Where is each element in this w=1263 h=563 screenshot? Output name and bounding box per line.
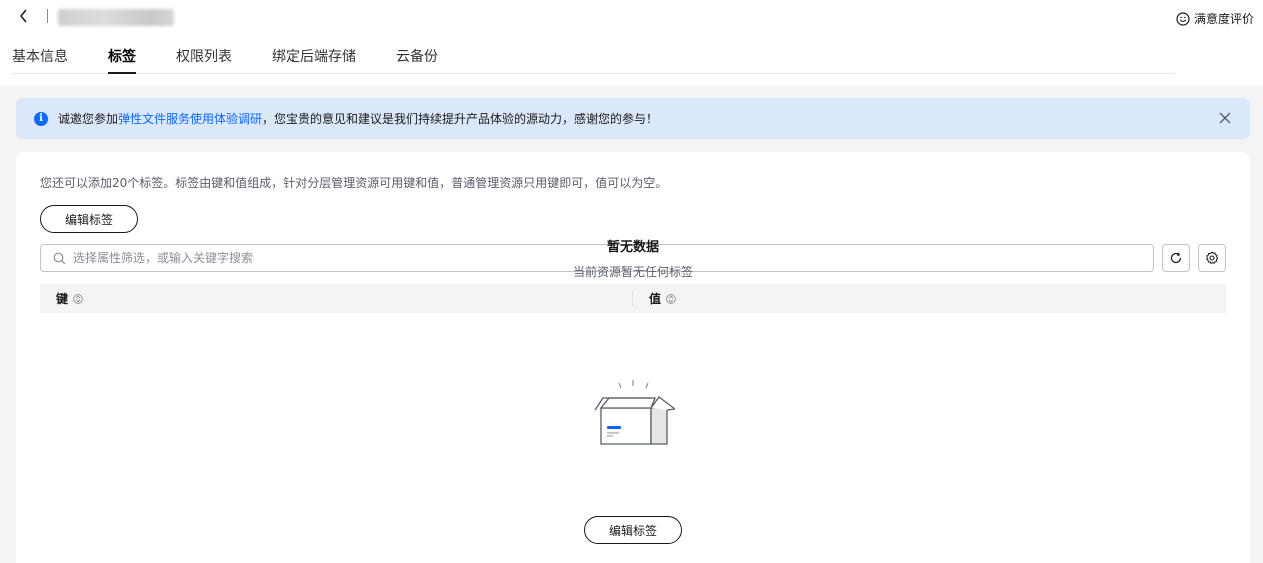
close-icon[interactable] [1218, 111, 1232, 125]
chevron-left-icon [20, 9, 27, 23]
survey-link[interactable]: 弹性文件服务使用体验调研 [118, 110, 262, 127]
smile-icon [1176, 11, 1190, 26]
tab-basic-info[interactable]: 基本信息 [12, 46, 68, 66]
active-tab-indicator [108, 72, 136, 74]
title-divider [47, 9, 48, 23]
notice-text-prefix: 诚邀您参加 [58, 112, 119, 126]
resource-name-redacted [58, 9, 174, 26]
tab-backend-storage[interactable]: 绑定后端存储 [272, 46, 356, 66]
tags-panel: 您还可以添加20个标签。标签由键和值组成，针对分层管理资源可用键和值，普通管理资… [16, 152, 1250, 563]
table-header: 键 值 [40, 284, 1226, 313]
tab-bar: 基本信息 标签 权限列表 绑定后端存储 云备份 [12, 36, 1175, 74]
back-button[interactable] [14, 6, 34, 26]
notice-text-suffix: ，您宝贵的意见和建议是我们持续提升产品体验的源动力，感谢您的参与！ [262, 112, 659, 126]
sort-icon [666, 293, 676, 304]
sort-icon [73, 293, 83, 304]
tab-cloud-backup[interactable]: 云备份 [396, 46, 438, 66]
feedback-label: 满意度评价 [1193, 12, 1254, 26]
info-icon: i [34, 111, 48, 126]
column-key-label: 键 [56, 292, 69, 306]
empty-subtitle: 当前资源暂无任何标签 [572, 265, 693, 279]
column-value-label: 值 [649, 292, 662, 306]
edit-tags-button[interactable]: 编辑标签 [40, 205, 138, 233]
feedback-link[interactable]: 满意度评价 [1176, 10, 1254, 27]
top-bar: 满意度评价 基本信息 标签 权限列表 绑定后端存储 云备份 [0, 0, 1263, 86]
tab-tags[interactable]: 标签 [108, 46, 136, 66]
tags-hint: 您还可以添加20个标签。标签由键和值组成，针对分层管理资源可用键和值，普通管理资… [40, 176, 668, 190]
survey-notice: i 诚邀您参加 弹性文件服务使用体验调研 ，您宝贵的意见和建议是我们持续提升产品体验… [16, 98, 1250, 139]
empty-edit-tags-button[interactable]: 编辑标签 [584, 516, 682, 544]
empty-box-icon [594, 380, 675, 445]
column-value[interactable]: 值 [649, 290, 676, 307]
column-key[interactable]: 键 [56, 290, 83, 307]
tab-permissions[interactable]: 权限列表 [176, 46, 232, 66]
column-separator [632, 291, 633, 306]
empty-title: 暂无数据 [606, 240, 659, 255]
